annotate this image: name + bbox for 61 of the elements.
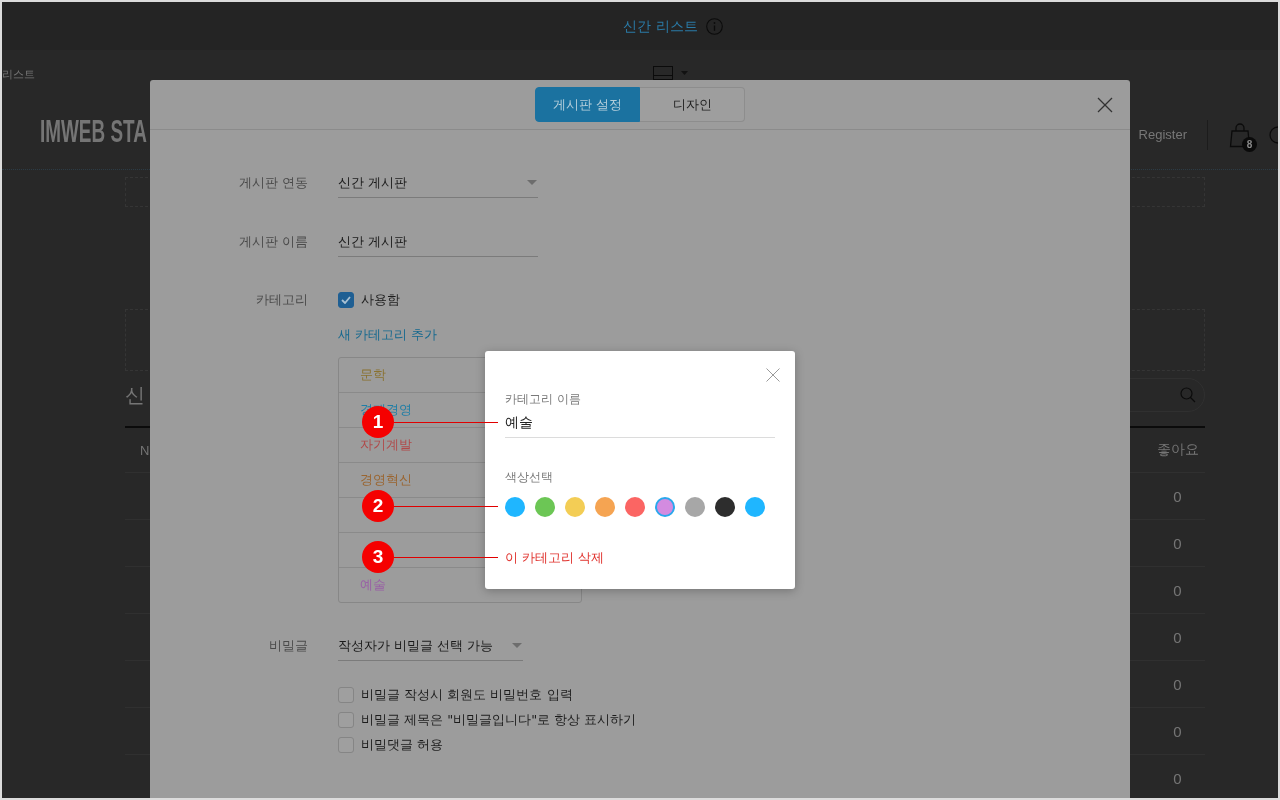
tab[interactable]: 디자인 xyxy=(640,87,745,122)
field-label: 카테고리 이름 xyxy=(505,391,582,407)
field-label: 게시판 이름 xyxy=(238,233,308,251)
column-header: N xyxy=(139,442,150,458)
delete-category-link[interactable]: 이 카테고리 삭제 xyxy=(505,550,605,566)
color-swatch[interactable] xyxy=(745,497,765,517)
select-field[interactable]: 신간 게시판 xyxy=(338,168,538,198)
table-cell: 0 xyxy=(1173,628,1182,646)
checkbox[interactable] xyxy=(338,712,354,728)
category-name[interactable]: 경영혁신 xyxy=(360,472,412,488)
table-cell: 0 xyxy=(1173,769,1182,787)
color-swatch[interactable] xyxy=(625,497,645,517)
checkbox[interactable] xyxy=(338,292,354,308)
text-field[interactable]: 신간 게시판 xyxy=(338,227,538,257)
layout-icon[interactable] xyxy=(653,66,673,80)
checkbox-label: 사용함 xyxy=(361,291,400,309)
color-swatch[interactable] xyxy=(595,497,615,517)
search-icon[interactable] xyxy=(1180,387,1196,403)
color-swatch[interactable] xyxy=(715,497,735,517)
board-heading: 신 xyxy=(125,383,145,407)
close-icon xyxy=(766,368,780,382)
category-name[interactable]: 문학 xyxy=(360,367,386,383)
checkbox[interactable] xyxy=(338,737,354,753)
color-swatch[interactable] xyxy=(565,497,585,517)
select-field[interactable]: 작성자가 비밀글 선택 가능 xyxy=(338,631,523,661)
cart-count-badge: 8 xyxy=(1242,136,1257,152)
field-label: 게시판 연동 xyxy=(238,174,308,192)
add-category-link[interactable]: 새 카테고리 추가 xyxy=(338,325,438,345)
caret-icon xyxy=(512,643,522,648)
color-swatch[interactable] xyxy=(655,497,675,517)
color-swatch[interactable] xyxy=(685,497,705,517)
close-icon xyxy=(1097,96,1113,113)
table-cell: 0 xyxy=(1173,675,1182,693)
table-cell: 0 xyxy=(1173,487,1182,505)
category-name[interactable]: 자기계발 xyxy=(360,437,412,453)
checkbox-label: 비밀글 작성시 회원도 비밀번호 입력 xyxy=(361,686,573,704)
field-label: 색상선택 xyxy=(505,469,554,485)
field-label: 카테고리 xyxy=(255,291,308,309)
shopping-bag-icon[interactable] xyxy=(1228,121,1252,148)
table-cell: 0 xyxy=(1173,722,1182,740)
checkbox-label: 비밀글 제목은 "비밀글입니다"로 항상 표시하기 xyxy=(361,711,637,729)
breadcrumb: 리스트 xyxy=(2,68,35,82)
category-name-field[interactable]: 예술 xyxy=(505,413,775,438)
table-cell: 0 xyxy=(1173,581,1182,599)
page-title: 신간 리스트 xyxy=(623,17,698,35)
checkbox-label: 비밀댓글 허용 xyxy=(361,736,444,754)
field-label: 비밀글 xyxy=(268,637,308,655)
register-link[interactable]: Register xyxy=(1138,126,1187,143)
caret-icon xyxy=(527,180,537,185)
category-name[interactable]: 예술 xyxy=(360,577,386,593)
column-header: 좋아요 xyxy=(1156,441,1199,459)
close-button[interactable] xyxy=(766,368,780,382)
close-button[interactable] xyxy=(1097,96,1113,113)
site-logo[interactable]: IMWEB STA xyxy=(40,114,147,149)
color-swatch[interactable] xyxy=(535,497,555,517)
checkbox[interactable] xyxy=(338,687,354,703)
table-cell: 0 xyxy=(1173,534,1182,552)
tab[interactable]: 게시판 설정 xyxy=(535,87,640,122)
info-icon[interactable] xyxy=(705,17,723,35)
check-icon xyxy=(341,296,351,304)
color-swatch[interactable] xyxy=(505,497,525,517)
